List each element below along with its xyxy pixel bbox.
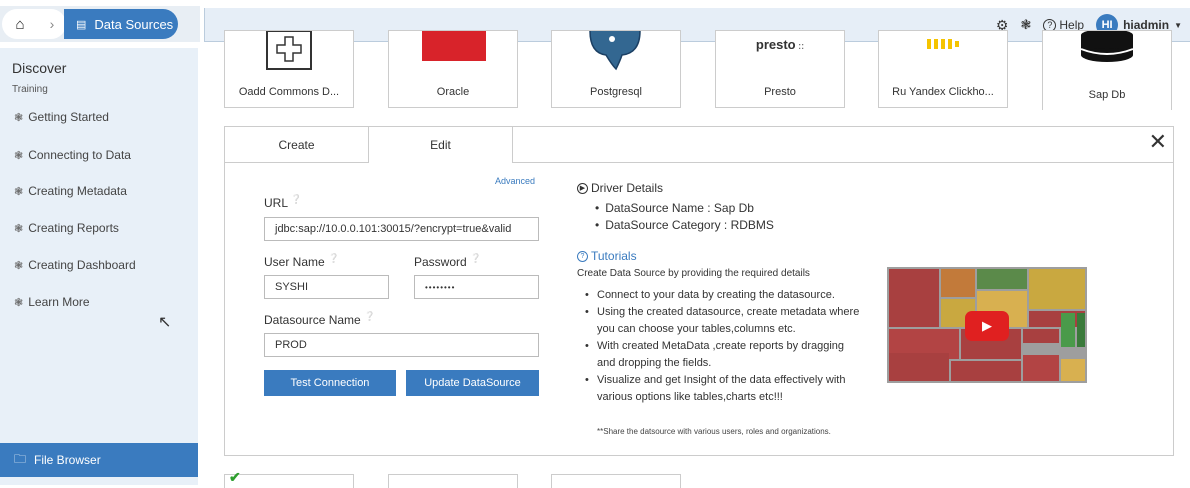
datasource-edit-panel: Create Edit ✕ Advanced URL ❔ jdbc:sap://… [224, 126, 1174, 456]
play-circle-icon: ▶ [577, 182, 588, 194]
home-button[interactable]: ⌂ [2, 9, 38, 39]
sidebar: Discover Training ❃ Getting Started ❃ Co… [0, 48, 198, 485]
info-icon: ❔ [290, 194, 303, 204]
chevron-right-icon: › [49, 16, 55, 32]
tutorials-title[interactable]: ? Tutorials [577, 249, 637, 263]
caret-down-icon: ▼ [1174, 20, 1182, 30]
sidebar-item-learn-more[interactable]: ❃ Learn More [14, 295, 90, 309]
oracle-logo-icon [422, 31, 486, 61]
connector-card-oracle[interactable]: Oracle [388, 30, 518, 108]
file-browser-button[interactable]: 🗀 File Browser [0, 443, 198, 477]
postgresql-elephant-icon [589, 31, 641, 71]
sidebar-item-creating-reports[interactable]: ❃ Creating Reports [14, 221, 119, 235]
presto-logo-icon: presto :: [755, 37, 805, 52]
username-label: User Name ❔ [264, 253, 340, 269]
bulb-icon[interactable]: ❃ [1020, 17, 1031, 33]
list-item: With created MetaData ,create reports by… [583, 338, 863, 372]
play-button[interactable]: ▶ [965, 311, 1009, 341]
info-icon: ❔ [328, 253, 340, 263]
connector-card-clickhouse[interactable]: Ru Yandex Clickho... [878, 30, 1008, 108]
datasource-name-label: Datasource Name ❔ [264, 311, 376, 327]
bulb-icon: ❃ [14, 111, 24, 124]
database-cylinder-icon [1080, 31, 1134, 62]
tab-create[interactable]: Create [225, 127, 369, 163]
breadcrumb-data-sources[interactable]: ▤ Data Sources [64, 9, 178, 39]
sidebar-subtitle: Training [12, 84, 48, 95]
tab-strip [513, 127, 1173, 163]
username-input[interactable]: SYSHI [264, 275, 389, 299]
bulb-icon: ❃ [14, 259, 24, 272]
connector-card-sapdb[interactable]: Sap Db [1042, 30, 1172, 110]
connector-card-oadd[interactable]: Oadd Commons D... [224, 30, 354, 108]
driver-details-list: DataSource Name : Sap Db DataSource Cate… [595, 201, 774, 235]
connector-card-postgresql[interactable]: Postgresql [551, 30, 681, 108]
bulb-icon: ❃ [14, 296, 24, 309]
sidebar-item-getting-started[interactable]: ❃ Getting Started [14, 110, 109, 124]
database-icon: ▤ [76, 18, 87, 31]
driver-details-title: ▶ Driver Details [577, 181, 663, 195]
advanced-link[interactable]: Advanced [495, 176, 535, 186]
url-input[interactable]: jdbc:sap://10.0.0.101:30015/?encrypt=tru… [264, 217, 539, 241]
sidebar-title: Discover [12, 60, 67, 76]
sidebar-item-creating-metadata[interactable]: ❃ Creating Metadata [14, 184, 127, 198]
tutorials-description: Create Data Source by providing the requ… [577, 268, 810, 279]
tutorials-list: Connect to your data by creating the dat… [583, 287, 863, 406]
sidebar-item-creating-dashboard[interactable]: ❃ Creating Dashboard [14, 258, 136, 272]
bulb-icon: ❃ [14, 185, 24, 198]
password-label: Password ❔ [414, 253, 482, 269]
datasource-name-input[interactable]: PROD [264, 333, 539, 357]
checkmark-icon: ✔ [229, 469, 241, 485]
mouse-cursor-icon: ↖ [158, 314, 172, 331]
clickhouse-logo-icon [927, 39, 959, 49]
info-icon: ❔ [470, 253, 482, 263]
list-item: DataSource Category : RDBMS [595, 218, 774, 232]
connector-card-partial[interactable]: ✔ [224, 469, 354, 488]
folder-icon: 🗀 [14, 451, 27, 466]
help-icon: ? [577, 250, 588, 262]
test-connection-button[interactable]: Test Connection [264, 370, 396, 396]
connector-card-presto[interactable]: presto :: Presto [715, 30, 845, 108]
update-datasource-button[interactable]: Update DataSource [406, 370, 539, 396]
bulb-icon: ❃ [14, 222, 24, 235]
bulb-icon: ❃ [14, 149, 24, 162]
connector-logo-icon [266, 31, 312, 70]
url-label: URL ❔ [264, 194, 303, 210]
list-item: Using the created datasource, create met… [583, 304, 863, 338]
home-icon: ⌂ [15, 15, 25, 33]
connector-card-partial[interactable] [551, 474, 681, 488]
list-item: DataSource Name : Sap Db [595, 201, 774, 215]
tutorial-video-thumbnail[interactable]: ▶ [887, 267, 1087, 383]
share-note: **Share the datsource with various users… [597, 427, 831, 436]
list-item: Connect to your data by creating the dat… [583, 287, 863, 304]
password-input[interactable]: •••••••• [414, 275, 539, 299]
info-icon: ❔ [364, 311, 376, 321]
breadcrumb-label: Data Sources [94, 16, 174, 32]
tab-edit[interactable]: Edit [369, 127, 513, 163]
close-icon[interactable]: ✕ [1149, 131, 1167, 153]
connector-card-partial[interactable] [388, 474, 518, 488]
sidebar-item-connecting-to-data[interactable]: ❃ Connecting to Data [14, 148, 131, 162]
list-item: Visualize and get Insight of the data ef… [583, 372, 863, 406]
